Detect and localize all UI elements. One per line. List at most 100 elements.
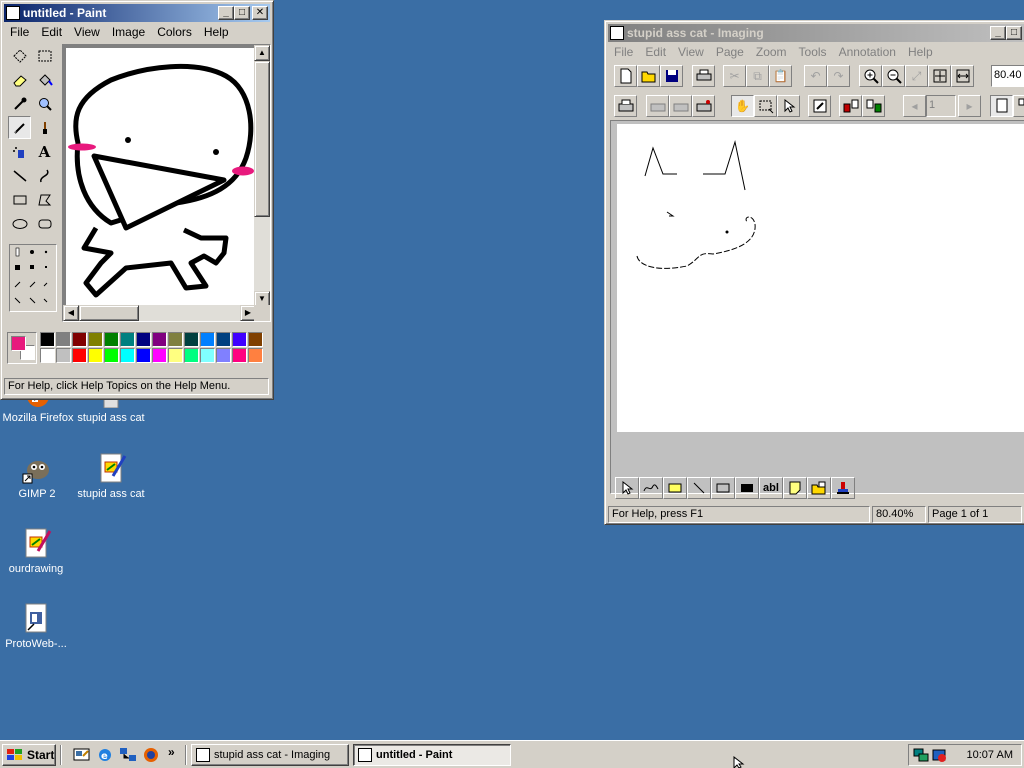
- minimize-button[interactable]: _: [218, 6, 234, 20]
- text-tool[interactable]: A: [33, 140, 56, 163]
- menu-edit[interactable]: Edit: [639, 45, 672, 59]
- palette-swatch[interactable]: [120, 332, 135, 347]
- annotation-select-pointer-icon[interactable]: [615, 477, 639, 499]
- firefox-quicklaunch-icon[interactable]: [142, 747, 160, 763]
- scroll-left-button[interactable]: ◀: [63, 305, 79, 321]
- menu-file[interactable]: File: [4, 25, 35, 39]
- image-viewer[interactable]: [610, 120, 1024, 494]
- rotate-right-icon[interactable]: [862, 95, 885, 117]
- palette-swatch[interactable]: [216, 348, 231, 363]
- annotation-toolbar-icon[interactable]: [808, 95, 831, 117]
- image-page[interactable]: [617, 124, 1024, 432]
- hollow-rectangle-icon[interactable]: [711, 477, 735, 499]
- menu-file[interactable]: File: [608, 45, 639, 59]
- imaging-titlebar[interactable]: stupid ass cat - Imaging _ □: [608, 24, 1024, 42]
- next-page-icon[interactable]: ▸: [958, 95, 981, 117]
- text-annotation-icon[interactable]: abl: [759, 477, 783, 499]
- palette-swatch[interactable]: [216, 332, 231, 347]
- annotation-select-icon[interactable]: [777, 95, 800, 117]
- rect-select-tool[interactable]: [33, 44, 56, 67]
- menu-view[interactable]: View: [672, 45, 710, 59]
- menu-zoom[interactable]: Zoom: [750, 45, 793, 59]
- zoom-out-icon[interactable]: [882, 65, 905, 87]
- rotate-left-icon[interactable]: [839, 95, 862, 117]
- taskbar-button-imaging[interactable]: stupid ass cat - Imaging: [191, 744, 349, 766]
- menu-colors[interactable]: Colors: [151, 25, 198, 39]
- append-scan-icon[interactable]: [692, 95, 715, 117]
- security-tray-icon[interactable]: [931, 747, 947, 766]
- new-document-icon[interactable]: [614, 65, 637, 87]
- insert-scan-icon[interactable]: [669, 95, 692, 117]
- desktop-icon-gimp[interactable]: GIMP 2: [0, 452, 75, 500]
- palette-swatch[interactable]: [232, 348, 247, 363]
- menu-help[interactable]: Help: [902, 45, 939, 59]
- fit-width-icon[interactable]: [951, 65, 974, 87]
- palette-swatch[interactable]: [168, 332, 183, 347]
- magnifier-tool[interactable]: [33, 92, 56, 115]
- rubber-stamp-icon[interactable]: [831, 477, 855, 499]
- scan-icon[interactable]: [614, 95, 637, 117]
- save-disk-icon[interactable]: [660, 65, 683, 87]
- rectangle-tool[interactable]: [8, 188, 31, 211]
- desktop-icon-stupid-ass-cat[interactable]: stupid ass cat: [73, 452, 149, 500]
- network-tray-icon[interactable]: [913, 747, 929, 766]
- curve-tool[interactable]: [33, 164, 56, 187]
- tool-options-panel[interactable]: [9, 244, 57, 312]
- palette-swatch[interactable]: [184, 332, 199, 347]
- page-number-input[interactable]: 1: [926, 95, 956, 117]
- horizontal-scrollbar[interactable]: ◀ ▶: [63, 305, 256, 321]
- polygon-tool[interactable]: [33, 188, 56, 211]
- maximize-button[interactable]: □: [234, 6, 250, 20]
- palette-swatch[interactable]: [56, 332, 71, 347]
- scroll-up-button[interactable]: ▲: [254, 45, 270, 61]
- palette-swatch[interactable]: [152, 332, 167, 347]
- line-tool[interactable]: [8, 164, 31, 187]
- foreground-color-swatch[interactable]: [11, 336, 26, 351]
- taskbar-button-paint[interactable]: untitled - Paint: [353, 744, 511, 766]
- straight-line-icon[interactable]: [687, 477, 711, 499]
- undo-icon[interactable]: ↶: [804, 65, 827, 87]
- close-button[interactable]: ✕: [252, 6, 268, 20]
- open-folder-icon[interactable]: [637, 65, 660, 87]
- airbrush-tool[interactable]: [8, 140, 31, 163]
- scan-new-icon[interactable]: [646, 95, 669, 117]
- paint-titlebar[interactable]: untitled - Paint _ □ ✕: [4, 4, 270, 22]
- color-picker-tool[interactable]: [8, 92, 31, 115]
- palette-swatch[interactable]: [120, 348, 135, 363]
- desktop-icon-ourdrawing[interactable]: ourdrawing: [0, 527, 74, 575]
- current-colors[interactable]: [7, 332, 37, 364]
- attach-a-note-icon[interactable]: [783, 477, 807, 499]
- filled-rectangle-icon[interactable]: [735, 477, 759, 499]
- palette-swatch[interactable]: [136, 332, 151, 347]
- palette-swatch[interactable]: [88, 332, 103, 347]
- pencil-tool[interactable]: [8, 116, 31, 139]
- palette-swatch[interactable]: [104, 348, 119, 363]
- maximize-button[interactable]: □: [1006, 26, 1022, 40]
- freehand-line-icon[interactable]: [639, 477, 663, 499]
- previous-page-icon[interactable]: ◂: [903, 95, 926, 117]
- highlighter-icon[interactable]: [663, 477, 687, 499]
- fill-tool[interactable]: [33, 68, 56, 91]
- palette-swatch[interactable]: [152, 348, 167, 363]
- menu-help[interactable]: Help: [198, 25, 235, 39]
- scroll-thumb[interactable]: [254, 61, 270, 217]
- palette-swatch[interactable]: [40, 348, 55, 363]
- thumbnail-view-icon[interactable]: [1013, 95, 1024, 117]
- palette-swatch[interactable]: [104, 332, 119, 347]
- redo-icon[interactable]: ↷: [827, 65, 850, 87]
- select-image-icon[interactable]: [754, 95, 777, 117]
- palette-swatch[interactable]: [72, 332, 87, 347]
- eraser-tool[interactable]: [8, 68, 31, 91]
- zoom-input[interactable]: 80.40: [991, 65, 1024, 87]
- paint-window[interactable]: untitled - Paint _ □ ✕ File Edit View Im…: [0, 0, 274, 400]
- minimize-button[interactable]: _: [990, 26, 1006, 40]
- menu-page[interactable]: Page: [710, 45, 750, 59]
- palette-swatch[interactable]: [40, 332, 55, 347]
- palette-swatch[interactable]: [72, 348, 87, 363]
- palette-swatch[interactable]: [56, 348, 71, 363]
- show-desktop-icon[interactable]: [73, 747, 91, 763]
- vertical-scrollbar[interactable]: ▲ ▼: [254, 45, 270, 307]
- palette-swatch[interactable]: [168, 348, 183, 363]
- zoom-in-icon[interactable]: [859, 65, 882, 87]
- imaging-window[interactable]: stupid ass cat - Imaging _ □ File Edit V…: [604, 20, 1024, 525]
